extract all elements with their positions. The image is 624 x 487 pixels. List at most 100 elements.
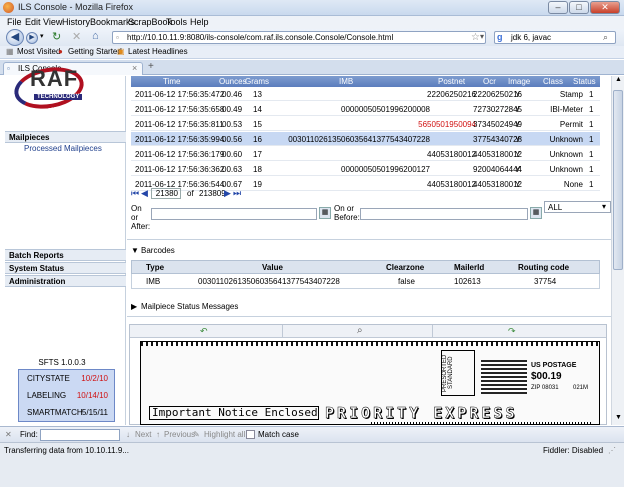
navigation-toolbar: ◀ ▶ ▾ ↻ ✕ ⌂ ▫ http://10.10.11.9:8080/ils…: [0, 29, 624, 46]
resize-grip-icon[interactable]: ⋰: [608, 446, 616, 455]
back-button[interactable]: ◀: [6, 29, 24, 46]
prev-page-icon[interactable]: ◀: [141, 188, 148, 199]
minimize-button[interactable]: –: [548, 1, 568, 14]
history-dropdown-icon[interactable]: ▾: [40, 32, 44, 40]
find-close-icon[interactable]: ✕: [5, 430, 12, 439]
before-calendar-icon[interactable]: ▦: [530, 207, 542, 219]
nav-section-mailpieces[interactable]: Mailpieces: [5, 131, 126, 143]
table-row[interactable]: 2011-06-12 17:56:35:658 00.49 14 0000005050…: [131, 102, 600, 116]
postage-code: 021M: [573, 385, 589, 391]
cell-image: Y: [515, 180, 521, 189]
cell-grams: 14: [253, 105, 262, 114]
table-row[interactable]: 2011-06-12 17:56:36:179 00.60 17 4405318001…: [131, 147, 600, 161]
column-header-time[interactable]: Time: [163, 77, 180, 86]
cell-status: 1: [589, 120, 594, 129]
match-case-label: Match case: [258, 430, 299, 439]
menu-tools[interactable]: Tools: [166, 17, 187, 27]
find-bar: ✕ Find: ↓ Next ↑ Previous ✎ Highlight al…: [0, 426, 624, 442]
cell-class: Unknown: [549, 165, 583, 174]
find-input[interactable]: [40, 429, 120, 441]
rss-icon: ▣: [117, 47, 125, 56]
match-case-checkbox[interactable]: [246, 430, 255, 439]
zoom-icon[interactable]: ⌕: [357, 325, 363, 336]
status-messages-toggle-icon[interactable]: ▶: [131, 302, 137, 311]
rotate-left-icon[interactable]: ↶: [200, 326, 208, 337]
cell-time: 2011-06-12 17:56:36:362: [135, 165, 225, 174]
pager: ⏮ ◀ 21380 of 213809 ▶ ⏭: [131, 188, 291, 200]
new-tab-button[interactable]: +: [148, 61, 154, 72]
table-row[interactable]: 2011-06-12 17:56:36:362 00.63 18 0000005050…: [131, 162, 600, 176]
menu-view[interactable]: View: [43, 17, 62, 27]
before-date-input[interactable]: [360, 208, 528, 220]
search-input[interactable]: g jdk 6, javac ⌕: [494, 31, 616, 44]
window-title: ILS Console - Mozilla Firefox: [18, 2, 134, 12]
menu-file[interactable]: File: [7, 17, 22, 27]
class-filter-select[interactable]: ALL ▾: [544, 201, 611, 213]
tab-close-icon[interactable]: ×: [132, 63, 137, 73]
highlight-all-button[interactable]: Highlight all: [204, 430, 245, 439]
reload-icon[interactable]: ↻: [52, 30, 61, 43]
scroll-down-icon[interactable]: ▼: [615, 414, 622, 421]
status-messages-title[interactable]: Mailpiece Status Messages: [141, 302, 238, 311]
barcodes-title[interactable]: Barcodes: [141, 246, 175, 255]
last-page-icon[interactable]: ⏭: [233, 188, 241, 199]
logo-subtext: TECHNOLOGY: [34, 94, 83, 100]
url-bar[interactable]: ▫ http://10.10.11.9:8080/ils-console/com…: [112, 31, 486, 44]
version-row-smartmatch: SMARTMATCH 5/15/11: [19, 404, 114, 421]
table-row[interactable]: 2011-06-12 17:56:35:994 00.56 16 0030110261…: [131, 132, 600, 146]
cell-status: 1: [589, 90, 594, 99]
maximize-button[interactable]: □: [569, 1, 589, 14]
column-header-ocr[interactable]: Ocr: [483, 77, 496, 86]
nav-section-batch-reports[interactable]: Batch Reports: [5, 249, 126, 261]
after-calendar-icon[interactable]: ▦: [319, 207, 331, 219]
menu-help[interactable]: Help: [190, 17, 209, 27]
table-row[interactable]: 2011-06-12 17:56:35:472 00.46 13 2220625021…: [131, 87, 600, 101]
cell-imb: 00000050501996200127: [341, 165, 430, 174]
column-header-postnet[interactable]: Postnet: [438, 77, 465, 86]
menu-edit[interactable]: Edit: [25, 17, 41, 27]
page-scrollbar[interactable]: ▲ ▼: [611, 76, 624, 425]
after-date-input[interactable]: [151, 208, 317, 220]
status-bar: Transferring data from 10.10.11.9... Fid…: [0, 442, 624, 487]
toolbar-divider: [282, 325, 283, 338]
nav-section-system-status[interactable]: System Status: [5, 262, 126, 274]
bc-value: 00301102613506035641377543407228: [198, 277, 340, 286]
next-page-icon[interactable]: ▶: [224, 188, 231, 199]
nav-section-administration[interactable]: Administration: [5, 275, 126, 287]
barcodes-toggle-icon[interactable]: ▼: [131, 246, 139, 255]
bookmark-latest-headlines[interactable]: Latest Headlines: [128, 47, 188, 56]
find-prev-icon: ↑: [156, 430, 160, 439]
column-header-status[interactable]: Status: [573, 77, 596, 86]
url-history-icon[interactable]: ▾: [480, 32, 484, 41]
column-header-imb[interactable]: IMB: [339, 77, 353, 86]
getting-started-icon: ●: [58, 47, 63, 56]
bookmark-getting-started[interactable]: Getting Started: [68, 47, 122, 56]
table-row[interactable]: 2011-06-12 17:56:35:811 00.53 15 5650501950…: [131, 117, 600, 131]
fiddler-status[interactable]: Fiddler: Disabled: [543, 446, 603, 455]
first-page-icon[interactable]: ⏮: [131, 188, 139, 199]
stop-icon[interactable]: ✕: [72, 30, 81, 43]
version-label: SFTS 1.0.0.3: [38, 358, 86, 367]
bc-header-type: Type: [146, 263, 165, 272]
bookmark-most-visited[interactable]: Most Visited: [17, 47, 60, 56]
close-window-button[interactable]: ✕: [590, 1, 620, 14]
scroll-thumb[interactable]: [613, 90, 623, 270]
version-row-labeling: LABELING 10/14/10: [19, 387, 114, 404]
bookmark-star-icon[interactable]: ☆: [471, 32, 480, 43]
barcode-row[interactable]: IMB 00301102613506035641377543407228 fal…: [131, 274, 600, 289]
nav-item-processed-mailpieces[interactable]: Processed Mailpieces: [24, 144, 102, 153]
page-input[interactable]: 21380: [151, 188, 181, 199]
column-header-class[interactable]: Class: [543, 77, 563, 86]
scroll-up-icon[interactable]: ▲: [615, 76, 622, 83]
search-icon[interactable]: ⌕: [603, 32, 608, 43]
forward-button[interactable]: ▶: [26, 32, 38, 44]
column-header-grams[interactable]: Grams: [245, 77, 269, 86]
rotate-right-icon[interactable]: ↷: [508, 326, 516, 337]
find-previous-button[interactable]: Previous: [164, 430, 195, 439]
menu-history[interactable]: History: [62, 17, 90, 27]
version-table: CITYSTATE 10/2/10 LABELING 10/14/10 SMAR…: [18, 369, 115, 422]
column-header-ounces[interactable]: Ounces: [219, 77, 247, 86]
home-icon[interactable]: ⌂: [92, 30, 99, 42]
column-header-image[interactable]: Image: [508, 77, 530, 86]
find-next-button[interactable]: Next: [135, 430, 151, 439]
